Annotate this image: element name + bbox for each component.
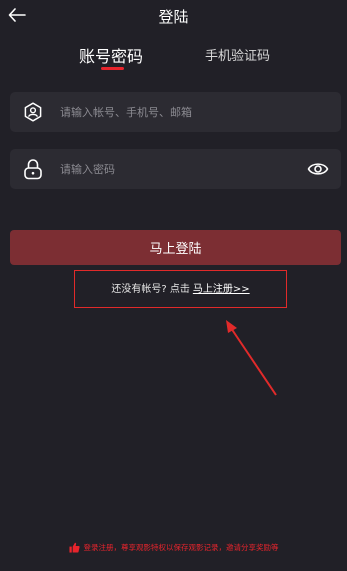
tab-phone-code[interactable]: 手机验证码: [205, 45, 270, 64]
page-title: 登陆: [158, 8, 189, 26]
account-field: [10, 92, 341, 132]
user-badge-icon: [22, 101, 44, 123]
login-button[interactable]: 马上登陆: [10, 230, 341, 265]
register-prompt: 还没有帐号? 点击 马上注册>>: [74, 280, 287, 295]
account-input[interactable]: [60, 102, 300, 122]
password-field: [10, 149, 341, 189]
annotation-arrow: [226, 320, 277, 396]
password-input[interactable]: [60, 159, 300, 179]
active-tab-indicator: [101, 67, 124, 70]
footer-notice-text: 登录注册，尊享观影特权以保存观影记录，邀请分享奖励等: [83, 543, 279, 552]
register-prompt-text: 还没有帐号? 点击: [111, 284, 190, 295]
lock-icon: [22, 158, 44, 180]
thumbs-up-icon: [68, 542, 80, 553]
tab-account-password[interactable]: 账号密码: [79, 43, 143, 67]
login-screen: 登陆 账号密码 手机验证码 马上登陆: [0, 0, 347, 571]
header-bar: 登陆: [0, 0, 347, 34]
eye-icon: [307, 163, 329, 175]
register-link[interactable]: 马上注册>>: [193, 284, 250, 295]
toggle-password-visibility[interactable]: [307, 159, 329, 179]
footer-notice: 登录注册，尊享观影特权以保存观影记录，邀请分享奖励等: [0, 542, 347, 553]
